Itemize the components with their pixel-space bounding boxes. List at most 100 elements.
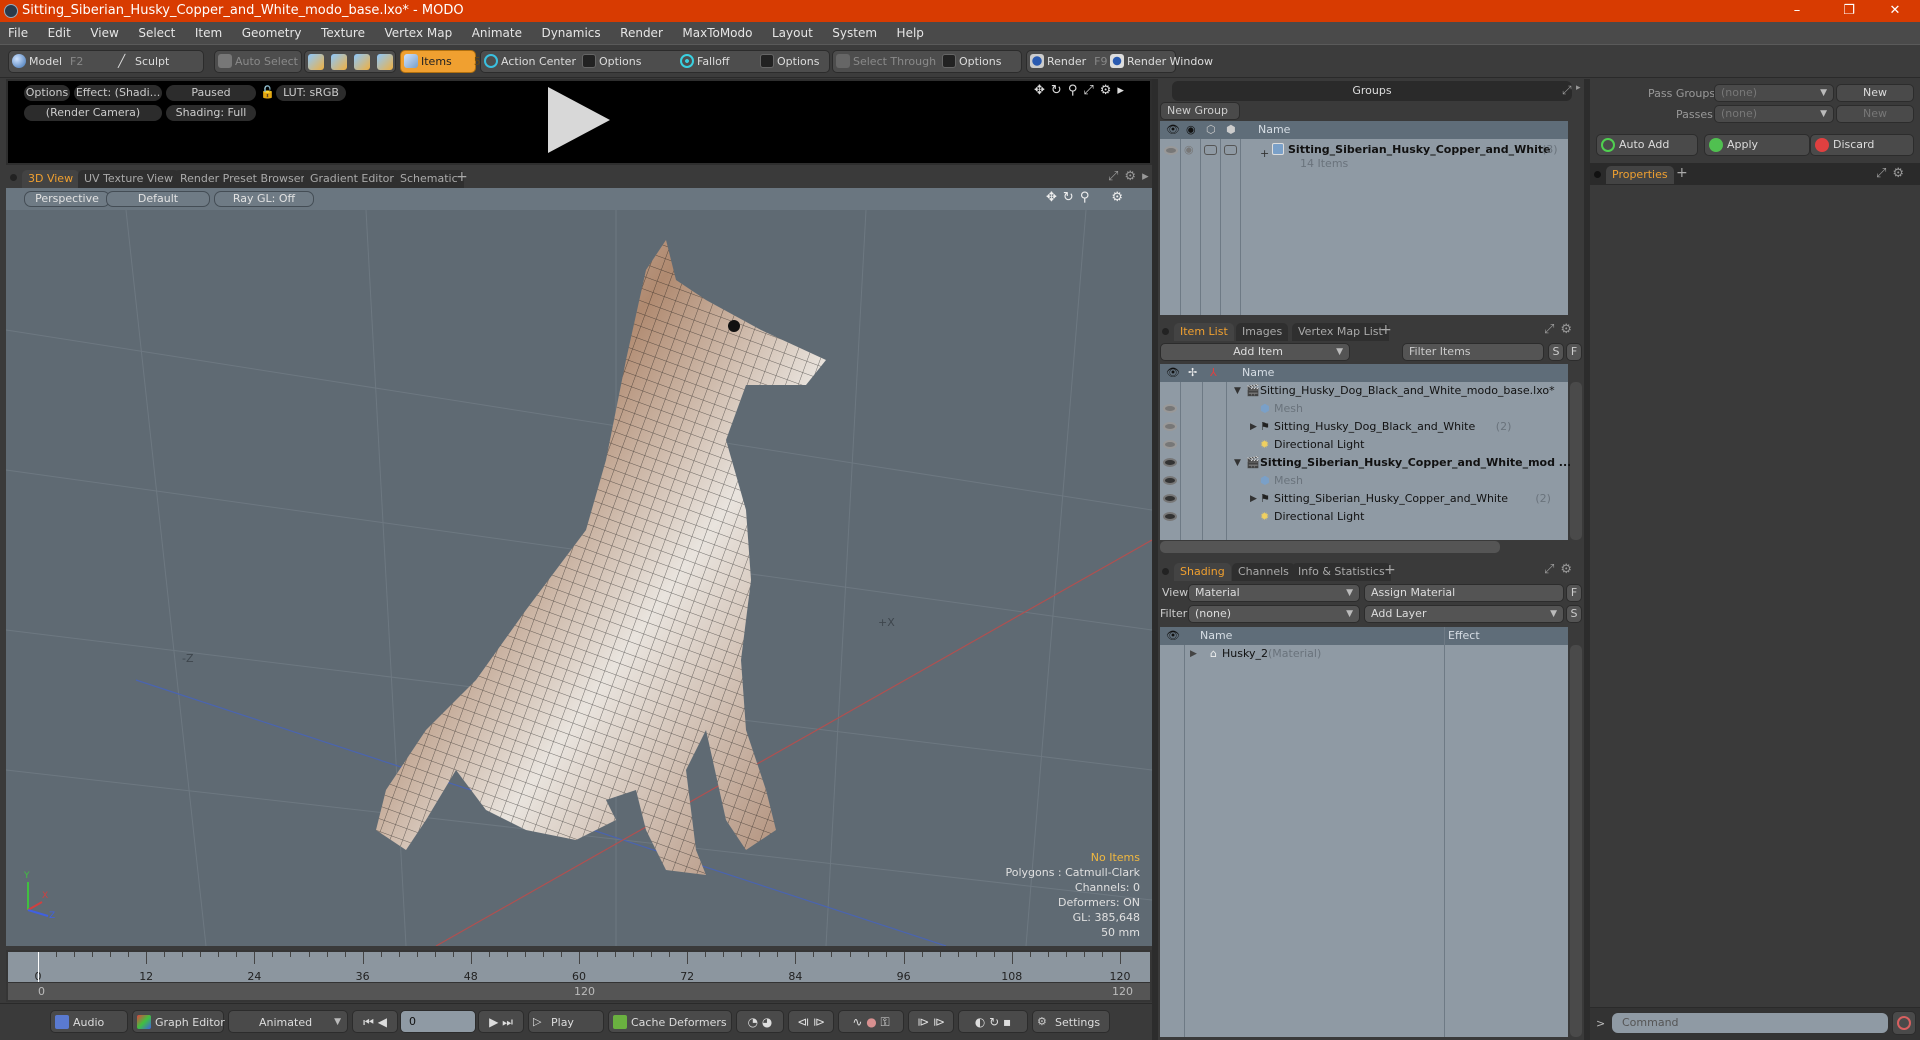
menu-maxtomodo[interactable]: MaxToModo xyxy=(674,22,760,45)
menu-texture[interactable]: Texture xyxy=(313,22,373,45)
tab-info-statistics[interactable]: Info & Statistics xyxy=(1292,563,1391,581)
tab-3d-view[interactable]: 3D View xyxy=(22,170,80,188)
visibility-eye-icon[interactable] xyxy=(1163,440,1177,449)
tab-vertex-map-list[interactable]: Vertex Map List xyxy=(1292,323,1389,341)
playhead[interactable] xyxy=(38,952,39,982)
jump-end-buttons[interactable]: ▶ ⏭ xyxy=(478,1010,524,1033)
add-tab-button[interactable]: + xyxy=(1380,322,1392,338)
husky-model[interactable] xyxy=(376,240,826,875)
menu-vertex-map[interactable]: Vertex Map xyxy=(376,22,460,45)
first-key-icon[interactable]: ⧏ xyxy=(797,1015,809,1029)
channel-cycle-icon[interactable]: ↻ xyxy=(989,1015,999,1029)
visibility-eye-icon[interactable] xyxy=(1163,422,1177,431)
gear-icon[interactable]: ⚙ xyxy=(1560,562,1572,577)
vertices-mode-icon[interactable] xyxy=(308,54,324,70)
tab-properties[interactable]: Properties xyxy=(1606,166,1674,184)
edges-mode-icon[interactable] xyxy=(331,54,347,70)
visibility-eye-icon[interactable] xyxy=(1164,146,1178,155)
s-button[interactable]: S xyxy=(1566,605,1582,623)
animated-dropdown[interactable]: Animated ▼ xyxy=(228,1010,348,1033)
view-dropdown[interactable]: Material ▼ xyxy=(1188,584,1360,602)
command-input[interactable]: Command xyxy=(1612,1013,1888,1033)
3d-viewport[interactable]: -Z +X Y X Z Perspective Default Ray GL: … xyxy=(6,188,1152,946)
polygons-mode-icon[interactable] xyxy=(354,54,370,70)
raygl-toggle[interactable]: Ray GL: Off xyxy=(214,191,314,207)
add-tab-button[interactable]: + xyxy=(456,169,468,185)
select-through-options-button[interactable]: Options xyxy=(939,51,1001,72)
gear-icon[interactable]: ⚙ xyxy=(1560,322,1572,337)
apply-button[interactable]: Apply xyxy=(1704,134,1810,156)
add-layer-dropdown[interactable]: Add Layer ▼ xyxy=(1364,605,1564,623)
auto-key-icon[interactable]: ∿ xyxy=(852,1015,862,1029)
cache-deformers-button[interactable]: Cache Deformers xyxy=(608,1010,732,1033)
settings-button[interactable]: ⚙ Settings xyxy=(1032,1010,1110,1033)
items-mode-button[interactable]: Items 5 xyxy=(401,51,481,72)
next-key-icon[interactable]: ◕ xyxy=(762,1015,772,1029)
item-row[interactable]: ✹ Directional Light xyxy=(1160,508,1568,526)
item-list-hscrollbar[interactable] xyxy=(1160,541,1500,553)
render-camera-dropdown[interactable]: (Render Camera) xyxy=(24,105,162,121)
model-mode-button[interactable]: Model F2 xyxy=(9,51,109,72)
menu-layout[interactable]: Layout xyxy=(764,22,821,45)
falloff-button[interactable]: Falloff xyxy=(677,51,729,72)
prev-frame-icon[interactable]: ⧐ xyxy=(917,1015,929,1029)
f-button[interactable]: F xyxy=(1566,584,1582,602)
item-row[interactable]: ▼ 🎬 Sitting_Husky_Dog_Black_and_White_modo… xyxy=(1160,382,1568,400)
shading-scrollbar[interactable] xyxy=(1570,645,1582,1037)
item-row[interactable]: ▼ 🎬 Sitting_Siberian_Husky_Copper_and_Whit… xyxy=(1160,454,1571,472)
menu-file[interactable]: File xyxy=(0,22,36,45)
next-frame-icon[interactable]: ⧐ xyxy=(933,1015,945,1029)
expand-arrow-icon[interactable]: ▶ xyxy=(1250,418,1257,436)
visibility-eye-icon[interactable] xyxy=(1163,458,1177,467)
auto-add-button[interactable]: Auto Add xyxy=(1596,134,1698,156)
new-pass-button[interactable]: New xyxy=(1836,105,1914,123)
collapse-arrow-icon[interactable]: ▼ xyxy=(1234,454,1241,472)
zoom-icon[interactable]: ⚲ xyxy=(1068,83,1078,98)
material-row[interactable]: ▶ ⌂ Husky_2 (Material) xyxy=(1160,645,1568,663)
item-list-scrollbar[interactable] xyxy=(1570,382,1582,540)
expand-arrow-icon[interactable]: ▶ xyxy=(1250,490,1257,508)
jump-start-buttons[interactable]: ⏮ ◀ xyxy=(352,1010,398,1033)
tab-channels[interactable]: Channels xyxy=(1232,563,1295,581)
maximize-icon[interactable]: ⤢ xyxy=(1544,322,1554,337)
channel-key-buttons[interactable]: ◐ ↻ ▪ xyxy=(958,1010,1028,1033)
prev-key-icon[interactable]: ◔ xyxy=(748,1015,758,1029)
tab-shading[interactable]: Shading xyxy=(1174,563,1231,581)
add-tab-button[interactable]: + xyxy=(1676,165,1688,181)
action-center-options-button[interactable]: Options xyxy=(579,51,641,72)
groups-list[interactable]: ◉ + Sitting_Siberian_Husky_Copper_and_Wh… xyxy=(1160,139,1568,315)
menu-render[interactable]: Render xyxy=(612,22,671,45)
maximize-icon[interactable]: ⤢ xyxy=(1544,562,1554,577)
effect-dropdown[interactable]: Effect: (Shadi... xyxy=(74,85,162,101)
tab-images[interactable]: Images xyxy=(1236,323,1289,341)
projection-dropdown[interactable]: Perspective xyxy=(24,191,110,207)
expand-plus-icon[interactable]: + xyxy=(1260,145,1269,163)
menu-system[interactable]: System xyxy=(824,22,885,45)
paused-toggle[interactable]: Paused xyxy=(166,85,256,101)
f-button[interactable]: F xyxy=(1566,343,1582,361)
new-group-button[interactable]: New Group xyxy=(1160,102,1240,120)
filter-dropdown[interactable]: (none) ▼ xyxy=(1188,605,1360,623)
lock-icon[interactable]: 🔓 xyxy=(260,85,275,99)
maximize-icon[interactable]: ⤢ xyxy=(1108,169,1118,184)
timeline-ruler[interactable]: 01224364860728496108120 xyxy=(8,952,1150,984)
minimize-button[interactable]: – xyxy=(1774,0,1820,22)
pass-groups-dropdown[interactable]: (none) ▼ xyxy=(1714,84,1834,102)
timeline[interactable]: 01224364860728496108120 0 120 120 xyxy=(6,950,1152,1002)
materials-mode-icon[interactable] xyxy=(377,54,393,70)
menu-view[interactable]: View xyxy=(82,22,126,45)
record-icon[interactable]: ● xyxy=(866,1015,876,1029)
tab-render-preset-browser[interactable]: Render Preset Browser xyxy=(174,170,312,188)
skip-to-start-icon[interactable]: ⏮ xyxy=(363,1015,374,1029)
visibility-eye-icon[interactable] xyxy=(1163,512,1177,521)
assign-material-button[interactable]: Assign Material xyxy=(1364,584,1564,602)
visibility-eye-icon[interactable] xyxy=(1163,494,1177,503)
key-nav-buttons[interactable]: ◔ ◕ xyxy=(736,1010,784,1033)
item-row[interactable]: ▶ ⚑ Sitting_Husky_Dog_Black_and_White (2) xyxy=(1160,418,1568,436)
arrow-right-icon[interactable]: ▸ xyxy=(1117,83,1124,98)
rotate-icon[interactable]: ↻ xyxy=(1063,190,1074,205)
menu-item[interactable]: Item xyxy=(187,22,230,45)
maximize-icon[interactable]: ⤢ xyxy=(1083,83,1093,98)
last-key-icon[interactable]: ⧐ xyxy=(813,1015,825,1029)
maximize-icon[interactable]: ⤢ xyxy=(1562,83,1572,98)
